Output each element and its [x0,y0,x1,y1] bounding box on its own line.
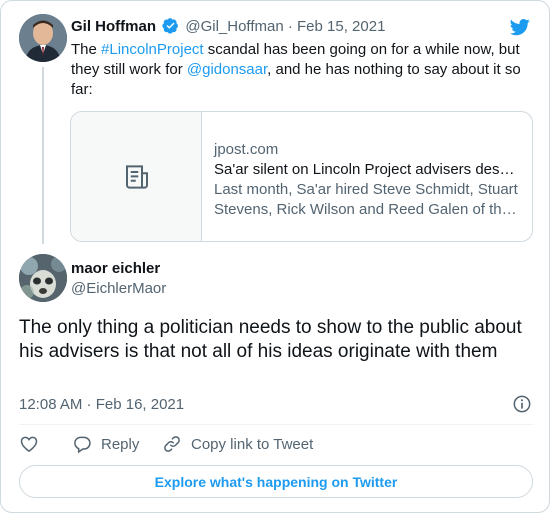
link-preview-body: jpost.com Sa'ar silent on Lincoln Projec… [214,140,524,220]
quoted-author-handle[interactable]: @Gil_Hoffman [185,18,283,35]
author-avatar[interactable] [19,254,67,302]
divider [19,424,533,425]
copy-link-label: Copy link to Tweet [191,435,314,453]
verified-badge-icon [162,18,179,34]
article-icon [126,165,148,189]
explore-twitter-button[interactable]: Explore what's happening on Twitter [19,465,533,498]
quoted-tweet-header: Gil Hoffman @Gil_Hoffman · Feb 15, 2021 [71,17,385,35]
twitter-bird-icon[interactable] [509,17,531,37]
link-description: Last month, Sa'ar hired Steve Schmidt, S… [214,181,518,218]
copy-link-button[interactable]: Copy link to Tweet [162,434,313,454]
heart-icon [20,436,38,452]
link-chain-icon [164,436,180,452]
quoted-tweet-text: The #LincolnProject scandal has been goi… [71,40,531,100]
quoted-author-name[interactable]: Gil Hoffman [71,18,156,35]
info-icon[interactable] [512,394,532,414]
hashtag-link[interactable]: #LincolnProject [101,41,204,58]
like-button[interactable] [19,434,39,454]
mention-link[interactable]: @gidonsaar [187,61,267,78]
tweet-text: The only thing a politician needs to sho… [19,317,522,362]
author-handle[interactable]: @EichlerMaor [71,280,166,297]
tweet-card: Gil Hoffman @Gil_Hoffman · Feb 15, 2021 … [0,0,550,513]
reply-bubble-icon [74,436,91,454]
reply-button[interactable]: Reply [72,434,139,454]
quoted-text-part: The [71,41,102,58]
link-domain: jpost.com [214,141,279,158]
thread-connector-line [42,67,44,244]
tweet-timestamp[interactable]: 12:08 AM · Feb 16, 2021 [19,396,184,413]
reply-label: Reply [101,435,140,453]
dot-separator: · [287,18,293,35]
quoted-author-avatar[interactable] [19,14,67,62]
quoted-tweet-date[interactable]: Feb 15, 2021 [297,18,385,35]
link-thumbnail [71,112,202,241]
link-preview-card[interactable]: jpost.com Sa'ar silent on Lincoln Projec… [70,111,533,242]
author-name[interactable]: maor eichler [71,260,160,277]
link-title: Sa'ar silent on Lincoln Project advisers… [214,161,515,178]
